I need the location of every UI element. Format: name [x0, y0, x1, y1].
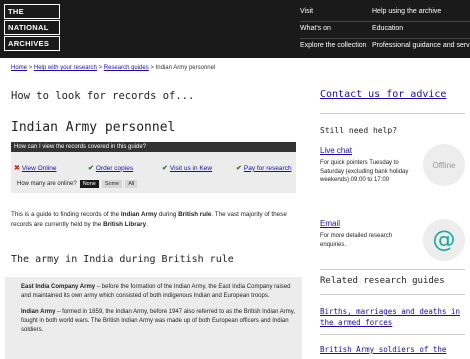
option-label: Visit us in Kew [169, 164, 213, 172]
intro-text: This is a guide to finding records of th… [11, 211, 121, 218]
breadcrumb: Home > Help with your research > Researc… [11, 65, 215, 71]
online-availability: How many are online? None Some All [17, 180, 138, 188]
email-text: For more detailed research enquiries. [320, 233, 393, 248]
offline-badge: Offline [423, 144, 465, 186]
page-title: Indian Army personnel [11, 120, 176, 135]
breadcrumb-current: Indian Army personnel [155, 65, 216, 71]
nav-professional-guidance[interactable]: Professional guidance and services [372, 39, 470, 56]
email-link[interactable]: Email [320, 219, 340, 228]
logo-line-1: THE [4, 4, 60, 19]
breadcrumb-help[interactable]: Help with your research [34, 65, 97, 71]
related-link-british-army[interactable]: British Army soldiers of the [320, 344, 465, 355]
option-visit-kew[interactable]: ✔ Visit us in Kew [162, 164, 213, 173]
check-icon: ✔ [236, 165, 242, 172]
option-label: Order copies [95, 164, 134, 172]
related-link-births-marriages[interactable]: Births, marriages and deaths in the arme… [320, 306, 465, 328]
intro-paragraph: This is a guide to finding records of th… [11, 210, 296, 229]
option-label: Pay for research [243, 164, 292, 172]
intro-bold: Indian Army [120, 211, 158, 218]
site-header: THE NATIONAL ARCHIVES Visit What's on Ex… [0, 0, 470, 58]
online-label: How many are online? [17, 181, 77, 187]
nav-education[interactable]: Education [372, 22, 470, 39]
still-need-help: Still need help? [320, 126, 398, 135]
email-icon[interactable]: @ [423, 219, 465, 261]
divider [320, 294, 465, 295]
check-icon: ✔ [162, 165, 168, 172]
breadcrumb-sep: > [96, 65, 104, 71]
breadcrumb-guides[interactable]: Research guides [104, 65, 149, 71]
option-pay-research[interactable]: ✔ Pay for research [236, 164, 292, 173]
divider [320, 113, 465, 114]
live-chat-text: For quick pointers Tuesday to Saturday (… [320, 160, 409, 183]
breadcrumb-home[interactable]: Home [11, 65, 27, 71]
national-archives-logo[interactable]: THE NATIONAL ARCHIVES [4, 4, 60, 52]
breadcrumb-sep: > [148, 65, 156, 71]
cross-icon: ✖ [14, 165, 20, 172]
divider [320, 334, 465, 335]
intro-text: . [146, 220, 148, 228]
option-view-online[interactable]: ✖ View Online [14, 164, 57, 173]
intro-bold: British Library [103, 220, 147, 228]
ia-text: – formed in 1859, the Indian Army, befor… [21, 309, 296, 333]
related-guides-heading: Related research guides [320, 276, 445, 286]
breadcrumb-sep: > [27, 65, 34, 71]
live-chat-link[interactable]: Live chat [320, 146, 352, 155]
records-availability-box: ✖ View Online ✔ Order copies ✔ Visit us … [11, 152, 296, 193]
logo-line-3: ARCHIVES [4, 36, 60, 51]
contact-us-link[interactable]: Contact us for advice [320, 89, 446, 100]
eic-paragraph: East India Company Army – before the for… [21, 283, 296, 301]
section-title: The army in India during British rule [11, 254, 234, 265]
check-icon: ✔ [88, 165, 94, 172]
page-kicker: How to look for records of... [11, 90, 195, 102]
records-question-bar: How can I view the records covered in th… [11, 142, 296, 152]
option-order-copies[interactable]: ✔ Order copies [88, 164, 134, 173]
intro-bold: British rule [178, 211, 212, 218]
eic-term: East India Company Army [21, 284, 96, 290]
ia-paragraph: Indian Army – formed in 1859, the Indian… [21, 308, 296, 335]
army-definitions-box: East India Company Army – before the for… [5, 277, 302, 359]
divider [320, 269, 465, 270]
pill-all: All [125, 180, 138, 188]
nav-column-2: Help using the archive Education Profess… [372, 5, 470, 56]
nav-help-using-archive[interactable]: Help using the archive [372, 5, 470, 22]
logo-line-2: NATIONAL [4, 20, 60, 35]
intro-text: during [157, 211, 179, 218]
pill-some: Some [101, 180, 123, 188]
pill-none: None [79, 180, 99, 188]
ia-term: Indian Army [21, 309, 56, 315]
at-symbol: @ [432, 227, 456, 253]
option-label: View Online [21, 164, 57, 172]
